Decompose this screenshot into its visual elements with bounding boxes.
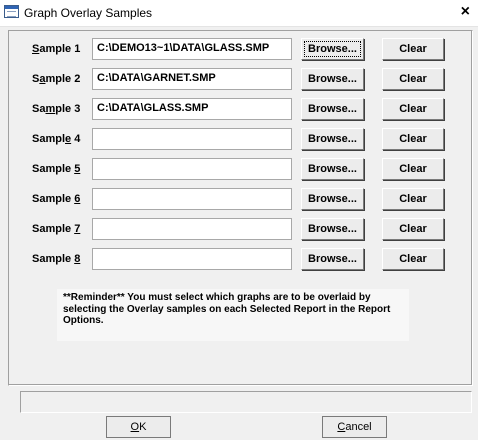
sample-7-label: Sample 7 [32,223,80,235]
sample-label-pre: Sample [32,223,75,235]
window-title: Graph Overlay Samples [24,6,153,20]
sample-4-clear-button[interactable]: Clear [382,128,444,150]
status-bar [20,391,472,413]
ok-button-label: K [139,421,147,433]
sample-row-5: Sample 5 Browse... Clear [0,158,470,182]
sample-label-post: mple 2 [45,73,81,85]
sample-2-label: Sample 2 [32,73,80,85]
sample-row-1: Sample 1 C:\DEMO13~1\DATA\GLASS.SMP Browse… [0,38,470,62]
sample-label-accel: 7 [74,223,81,235]
sample-5-clear-button[interactable]: Clear [382,158,444,180]
ok-button[interactable]: OK [106,416,171,438]
sample-row-3: Sample 3 C:\DATA\GLASS.SMP Browse... Clear [0,98,470,122]
sample-1-browse-button[interactable]: Browse... [301,38,364,60]
graph-overlay-dialog: Graph Overlay Samples × Sample 1 C:\DEMO1… [0,0,478,440]
cancel-button[interactable]: Cancel [322,416,387,438]
sample-5-path-field[interactable] [92,158,292,180]
sample-7-path-field[interactable] [92,218,292,240]
sample-2-clear-button[interactable]: Clear [382,68,444,90]
sample-3-clear-button[interactable]: Clear [382,98,444,120]
sample-5-label: Sample 5 [32,163,80,175]
sample-8-path-field[interactable] [92,248,292,270]
sample-7-browse-button[interactable]: Browse... [301,218,364,240]
app-window-icon [4,5,19,18]
sample-label-pre: Sampl [32,133,66,145]
sample-1-label: Sample 1 [32,43,80,55]
sample-label-accel: 6 [74,193,81,205]
sample-5-browse-button[interactable]: Browse... [301,158,364,180]
sample-8-label: Sample 8 [32,253,80,265]
sample-8-browse-button[interactable]: Browse... [301,248,364,270]
title-bar: Graph Overlay Samples × [0,0,478,27]
sample-label-post: ample 1 [39,43,81,55]
sample-label-pre: Sample [32,193,75,205]
sample-6-label: Sample 6 [32,193,80,205]
sample-label-post: 4 [71,133,81,145]
reminder-note: **Reminder** You must select which graph… [57,289,409,341]
sample-2-path-field[interactable]: C:\DATA\GARNET.SMP [92,68,292,90]
sample-1-clear-button[interactable]: Clear [382,38,444,60]
sample-4-browse-button[interactable]: Browse... [301,128,364,150]
sample-label-accel: 5 [74,163,81,175]
sample-label-pre: Sa [32,103,46,115]
ok-button-accel: O [130,421,140,433]
sample-7-clear-button[interactable]: Clear [382,218,444,240]
sample-label-post: ple 3 [55,103,81,115]
sample-1-path-field[interactable]: C:\DEMO13~1\DATA\GLASS.SMP [92,38,292,60]
sample-3-path-field[interactable]: C:\DATA\GLASS.SMP [92,98,292,120]
sample-label-pre: Sample [32,163,75,175]
sample-3-browse-button[interactable]: Browse... [301,98,364,120]
sample-row-7: Sample 7 Browse... Clear [0,218,470,242]
sample-4-label: Sample 4 [32,133,80,145]
sample-label-accel: 8 [74,253,81,265]
sample-3-label: Sample 3 [32,103,80,115]
sample-2-browse-button[interactable]: Browse... [301,68,364,90]
sample-label-accel: m [45,103,56,115]
sample-label-pre: Sample [32,253,75,265]
sample-4-path-field[interactable] [92,128,292,150]
close-icon[interactable]: × [461,3,470,21]
sample-6-path-field[interactable] [92,188,292,210]
sample-8-clear-button[interactable]: Clear [382,248,444,270]
sample-row-8: Sample 8 Browse... Clear [0,248,470,272]
sample-row-4: Sample 4 Browse... Clear [0,128,470,152]
cancel-button-label: ancel [345,421,372,433]
sample-6-browse-button[interactable]: Browse... [301,188,364,210]
sample-6-clear-button[interactable]: Clear [382,188,444,210]
sample-row-2: Sample 2 C:\DATA\GARNET.SMP Browse... Clear [0,68,470,92]
sample-row-6: Sample 6 Browse... Clear [0,188,470,212]
